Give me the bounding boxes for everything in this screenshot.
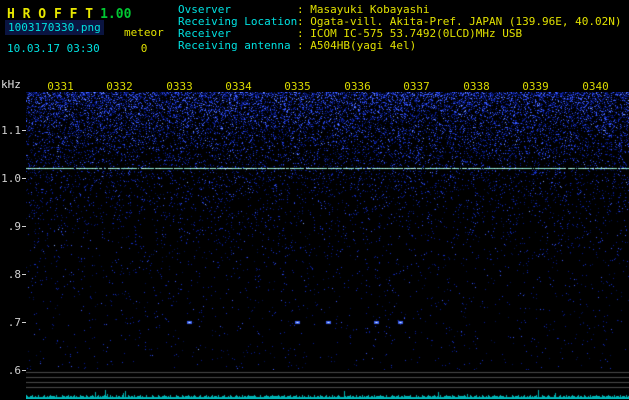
y-axis-unit: kHz <box>1 78 21 91</box>
y-tick-label: 1.1 <box>1 124 21 137</box>
level-canvas <box>26 371 629 399</box>
mode-label: meteor <box>124 26 164 39</box>
info-label: Receiving antenna <box>178 39 291 52</box>
timestamp: 10.03.17 03:30 <box>7 42 100 55</box>
hrofft-output: H R O F F T 1.00 1003170330.png meteor 0 … <box>0 0 629 400</box>
y-tick-label: .9 <box>7 220 21 233</box>
meteor-count: 0 <box>140 42 148 55</box>
filename: 1003170330.png <box>5 20 104 35</box>
spectrogram-canvas <box>26 92 629 370</box>
y-tick-label: .6 <box>7 364 21 377</box>
station-info: Ovserver: Masayuki Kobayashi Receiving L… <box>178 4 622 52</box>
y-tick-label: .7 <box>7 316 21 329</box>
app-version: 1.00 <box>100 7 132 22</box>
y-tick-label: 1.0 <box>1 172 21 185</box>
y-tick-label: .8 <box>7 268 21 281</box>
info-value: : A504HB(yagi 4el) <box>297 39 417 52</box>
info-row: Receiving antenna : A504HB(yagi 4el) <box>178 40 622 52</box>
